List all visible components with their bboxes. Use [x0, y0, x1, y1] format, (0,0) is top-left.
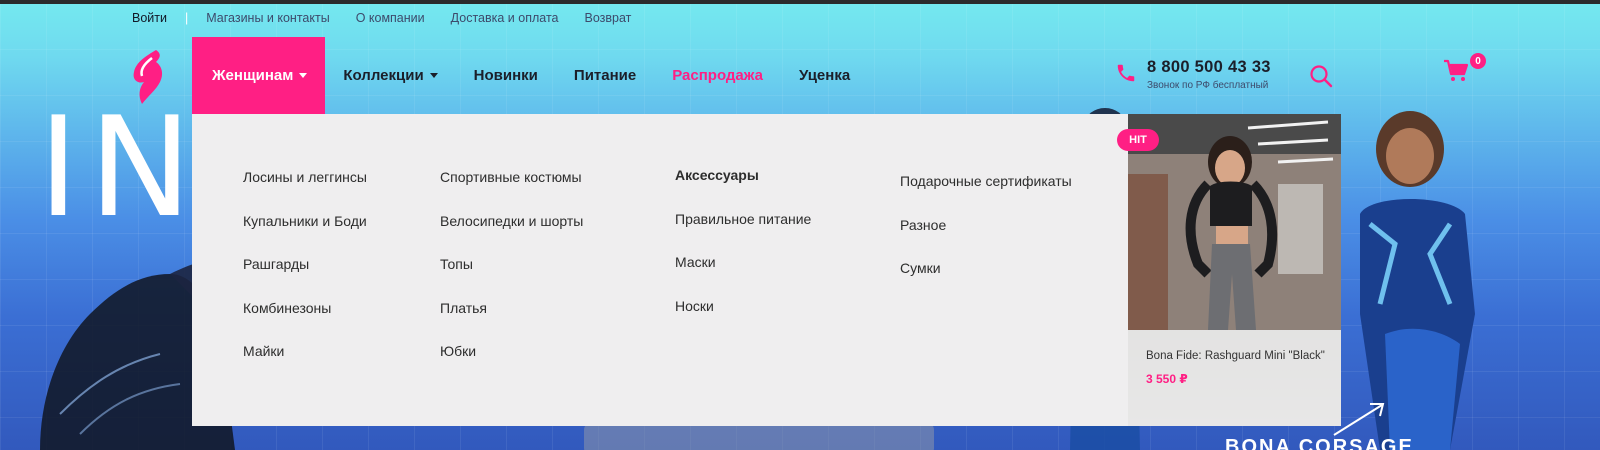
stores-contacts-link[interactable]: Магазины и контакты: [206, 11, 329, 25]
utility-separator: |: [184, 11, 189, 25]
nav-women-label: Женщинам: [212, 67, 294, 84]
nav-sale[interactable]: Распродажа: [654, 37, 781, 114]
hero-bottom-label: BONA CORSAGE: [1225, 436, 1414, 450]
logo-icon[interactable]: [126, 48, 168, 106]
promo-product-image: [1128, 114, 1341, 330]
nav-nutrition-label: Питание: [573, 67, 637, 84]
nav-collections-label: Коллекции: [343, 67, 424, 84]
menu-link-rashguards[interactable]: Рашгарды: [243, 255, 367, 299]
menu-link-jumpsuits[interactable]: Комбинезоны: [243, 299, 367, 343]
cart-count-badge: 0: [1470, 53, 1486, 69]
chevron-down-icon: [299, 73, 308, 78]
menu-link-bags[interactable]: Сумки: [900, 259, 1072, 303]
menu-link-tanks[interactable]: Майки: [243, 342, 367, 386]
main-nav: Женщинам Коллекции Новинки Питание Распр…: [192, 37, 868, 114]
promo-product-card[interactable]: Bona Fide: Rashguard Mini "Black" 3 550 …: [1128, 114, 1341, 426]
cart-icon[interactable]: [1443, 58, 1469, 84]
menu-link-tracksuits[interactable]: Спортивные костюмы: [440, 168, 583, 212]
menu-link-tops[interactable]: Топы: [440, 255, 583, 299]
menu-link-masks[interactable]: Маски: [675, 253, 811, 297]
chevron-down-icon: [429, 73, 438, 78]
dropdown-column-2: Спортивные костюмы Велосипедки и шорты Т…: [440, 168, 583, 386]
menu-link-misc[interactable]: Разное: [900, 216, 1072, 260]
menu-link-gift-cards[interactable]: Подарочные сертификаты: [900, 172, 1072, 216]
menu-link-accessories[interactable]: Аксессуары: [675, 166, 811, 210]
menu-link-dresses[interactable]: Платья: [440, 299, 583, 343]
menu-link-bike-shorts[interactable]: Велосипедки и шорты: [440, 212, 583, 256]
nav-sale-label: Распродажа: [672, 67, 763, 84]
nav-discount-label: Уценка: [798, 67, 851, 84]
nav-nutrition[interactable]: Питание: [556, 37, 654, 114]
search-icon[interactable]: [1309, 64, 1333, 88]
promo-info: Bona Fide: Rashguard Mini "Black" 3 550 …: [1128, 330, 1341, 426]
dropdown-column-4: Подарочные сертификаты Разное Сумки: [900, 172, 1072, 303]
promo-product-title[interactable]: Bona Fide: Rashguard Mini "Black": [1146, 348, 1325, 364]
promo-product-price: 3 550 ₽: [1146, 372, 1188, 386]
menu-link-swimsuits[interactable]: Купальники и Боди: [243, 212, 367, 256]
phone-note: Звонок по РФ бесплатный: [1147, 80, 1269, 91]
nav-new-label: Новинки: [473, 67, 538, 84]
login-link[interactable]: Войти: [132, 11, 167, 25]
nav-new[interactable]: Новинки: [456, 37, 556, 114]
utility-bar: Войти | Магазины и контакты О компании Д…: [132, 11, 657, 25]
about-link[interactable]: О компании: [356, 11, 425, 25]
menu-link-healthy-food[interactable]: Правильное питание: [675, 210, 811, 254]
hero-center-pill: [584, 422, 934, 450]
nav-discount[interactable]: Уценка: [781, 37, 868, 114]
menu-link-socks[interactable]: Носки: [675, 297, 811, 341]
delivery-payment-link[interactable]: Доставка и оплата: [451, 11, 559, 25]
phone-number[interactable]: 8 800 500 43 33: [1147, 58, 1271, 77]
returns-link[interactable]: Возврат: [584, 11, 631, 25]
dropdown-column-1: Лосины и леггинсы Купальники и Боди Рашг…: [243, 168, 367, 386]
phone-icon: [1117, 64, 1135, 82]
nav-collections[interactable]: Коллекции: [325, 37, 455, 114]
phone-block[interactable]: 8 800 500 43 33 Звонок по РФ бесплатный: [1115, 58, 1271, 91]
menu-link-skirts[interactable]: Юбки: [440, 342, 583, 386]
nav-women[interactable]: Женщинам: [192, 37, 326, 114]
menu-link-leggings[interactable]: Лосины и леггинсы: [243, 168, 367, 212]
hit-badge: HIT: [1117, 129, 1159, 151]
dropdown-column-3: Аксессуары Правильное питание Маски Носк…: [675, 166, 811, 340]
